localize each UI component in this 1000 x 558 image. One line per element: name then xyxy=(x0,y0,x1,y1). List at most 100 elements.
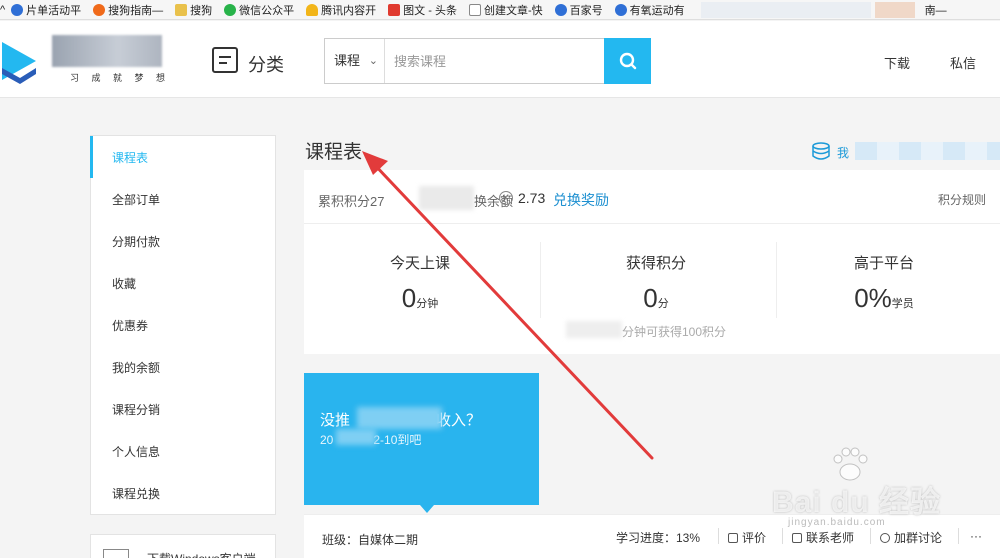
comment-icon xyxy=(728,533,738,543)
bookmark-item[interactable]: 腾讯内容开 xyxy=(306,2,376,18)
bookmark-item[interactable]: 搜狗指南— xyxy=(93,2,163,18)
stat-unit: 分钟 xyxy=(416,298,439,310)
stat-unit: 学员 xyxy=(891,298,914,310)
wallet-link[interactable]: 我 xyxy=(837,144,849,161)
stat-note: 分钟可获得100积分 xyxy=(622,325,727,339)
coin-icon: K xyxy=(499,191,513,205)
bookmark-item[interactable]: 有氧运动有 xyxy=(614,2,685,18)
bookmark-label: 图文 - 头条 xyxy=(403,4,457,17)
accumulated-points: 累积积分27 xyxy=(318,194,385,209)
bell-icon xyxy=(306,3,319,16)
wechat-icon xyxy=(224,3,237,16)
sogou-icon xyxy=(93,3,106,16)
page-title: 课程表 xyxy=(305,142,363,163)
stat-unit: 分 xyxy=(657,298,669,310)
promo-title-end: 收入？ xyxy=(436,412,482,429)
promo-pointer xyxy=(420,505,434,513)
download-link[interactable]: 下载 xyxy=(884,53,910,72)
category-icon[interactable] xyxy=(212,47,238,73)
blurred-bookmarks xyxy=(700,1,871,18)
stat-label: 今天上课 xyxy=(389,255,450,272)
baidu-watermark: Bai du 经验 jingyan.baidu.com xyxy=(756,447,946,537)
stat-above-platform: 高于平台 0%学员 xyxy=(768,252,1000,314)
sidebar-item-coupons[interactable]: 优惠券 xyxy=(91,304,275,346)
messages-link[interactable]: 私信 xyxy=(950,53,976,72)
stat-label: 获得积分 xyxy=(625,255,686,272)
desktop-icon xyxy=(103,549,129,558)
bookmark-label: 南— xyxy=(924,4,947,17)
bookmark-item[interactable]: 百家号 xyxy=(554,2,603,18)
sidebar-item-distribution[interactable]: 课程分销 xyxy=(91,388,275,430)
folder-icon xyxy=(175,3,188,16)
stat-points-earned: 获得积分 0分 xyxy=(540,252,772,314)
bookmark-label: 腾讯内容开 xyxy=(321,4,377,17)
blurred-note xyxy=(566,321,622,338)
study-progress: 学习进度：13% xyxy=(616,531,701,545)
stat-value: 0%学员 xyxy=(768,283,1000,314)
paw-icon xyxy=(554,3,567,16)
bookmark-item[interactable]: 微信公众平 xyxy=(224,2,294,18)
coins-icon xyxy=(812,142,830,160)
logo-slogan: 习 成 就 梦 想 xyxy=(70,73,171,83)
sidebar-item-schedule[interactable]: 课程表 xyxy=(90,136,275,178)
promo-title-start: 没推 xyxy=(320,412,351,429)
paw-icon xyxy=(614,3,627,16)
bookmarks-overflow-icon[interactable]: ^ xyxy=(0,4,5,16)
balance-value: 2.73 xyxy=(518,190,546,206)
action-separator xyxy=(958,528,959,544)
blurred-points xyxy=(419,186,474,210)
sidebar-item-redeem[interactable]: 课程兑换 xyxy=(91,472,275,514)
chevron-down-icon: ⌄ xyxy=(368,55,378,67)
promo-date-start: 20 xyxy=(320,433,334,447)
bookmark-label: 搜狗 xyxy=(190,4,213,17)
points-bar: 累积积分27 换余额 K 2.73 兑换奖励 积分规则 xyxy=(304,170,1000,224)
bookmark-item[interactable]: 创建文章-快 xyxy=(468,2,543,18)
category-link[interactable]: 分类 xyxy=(248,51,284,77)
search-button[interactable] xyxy=(604,38,651,84)
download-client-card[interactable]: 下载Windows客户端 xyxy=(90,534,276,558)
bookmark-label: 搜狗指南— xyxy=(108,4,164,17)
sidebar-item-installments[interactable]: 分期付款 xyxy=(91,220,275,262)
stat-label: 高于平台 xyxy=(853,255,914,272)
search-scope-value: 课程 xyxy=(334,53,361,68)
download-client-label: 下载Windows客户端 xyxy=(147,550,256,558)
class-label: 班级：自媒体二期 xyxy=(322,533,419,547)
stat-number: 0 xyxy=(643,283,658,313)
site-header: 习 成 就 梦 想 分类 课程 ⌄ 下载 私信 xyxy=(0,21,1000,98)
bookmarks-bar: ^ 片单活动平 搜狗指南— 搜狗 微信公众平 腾讯内容开 图文 - 头条 创建文… xyxy=(0,0,1000,20)
watermark-url: jingyan.baidu.com xyxy=(788,517,886,528)
paw-icon xyxy=(11,3,24,16)
search-input[interactable] xyxy=(385,39,605,83)
sidebar-item-orders[interactable]: 全部订单 xyxy=(91,178,275,220)
bookmark-label: 有氧运动有 xyxy=(629,4,685,17)
logo-wordmark xyxy=(52,35,162,67)
blurred-wallet-info xyxy=(855,142,1000,160)
sidebar-nav: 课程表 全部订单 分期付款 收藏 优惠券 我的余额 课程分销 个人信息 课程兑换 xyxy=(90,135,276,515)
logo-icon[interactable] xyxy=(0,38,40,84)
stat-value: 0分钟 xyxy=(304,283,536,314)
sidebar-item-favorites[interactable]: 收藏 xyxy=(91,262,275,304)
watermark-text: Bai du 经验 xyxy=(772,486,942,519)
points-rules-link[interactable]: 积分规则 xyxy=(938,191,986,208)
stat-number: 0% xyxy=(854,283,892,313)
blurred-promo-date xyxy=(336,429,376,445)
bookmark-label: 片单活动平 xyxy=(26,4,82,17)
toutiao-icon xyxy=(388,3,401,16)
bookmark-label: 百家号 xyxy=(569,4,603,17)
bookmark-item[interactable]: 搜狗 xyxy=(175,2,212,18)
sidebar-item-profile[interactable]: 个人信息 xyxy=(91,430,275,472)
more-button[interactable]: ··· xyxy=(970,529,982,543)
sidebar-item-balance[interactable]: 我的余额 xyxy=(91,346,275,388)
redeem-rewards-link[interactable]: 兑换奖励 xyxy=(553,190,609,210)
search-scope-select[interactable]: 课程 ⌄ xyxy=(325,39,385,83)
action-separator xyxy=(718,528,719,544)
promo-date-end: 2-10到吧 xyxy=(373,433,422,447)
bookmark-item[interactable]: 片单活动平 xyxy=(11,2,81,18)
bookmark-item[interactable]: 南— xyxy=(925,2,947,18)
bookmark-item[interactable]: 图文 - 头条 xyxy=(388,2,457,18)
search-icon xyxy=(619,52,636,70)
stat-number: 0 xyxy=(401,283,417,313)
bookmark-label: 创建文章-快 xyxy=(483,4,543,17)
promo-banner[interactable]: 没推 收入？ 20 2-10到吧 xyxy=(304,373,539,505)
blurred-promo-title xyxy=(357,407,442,429)
